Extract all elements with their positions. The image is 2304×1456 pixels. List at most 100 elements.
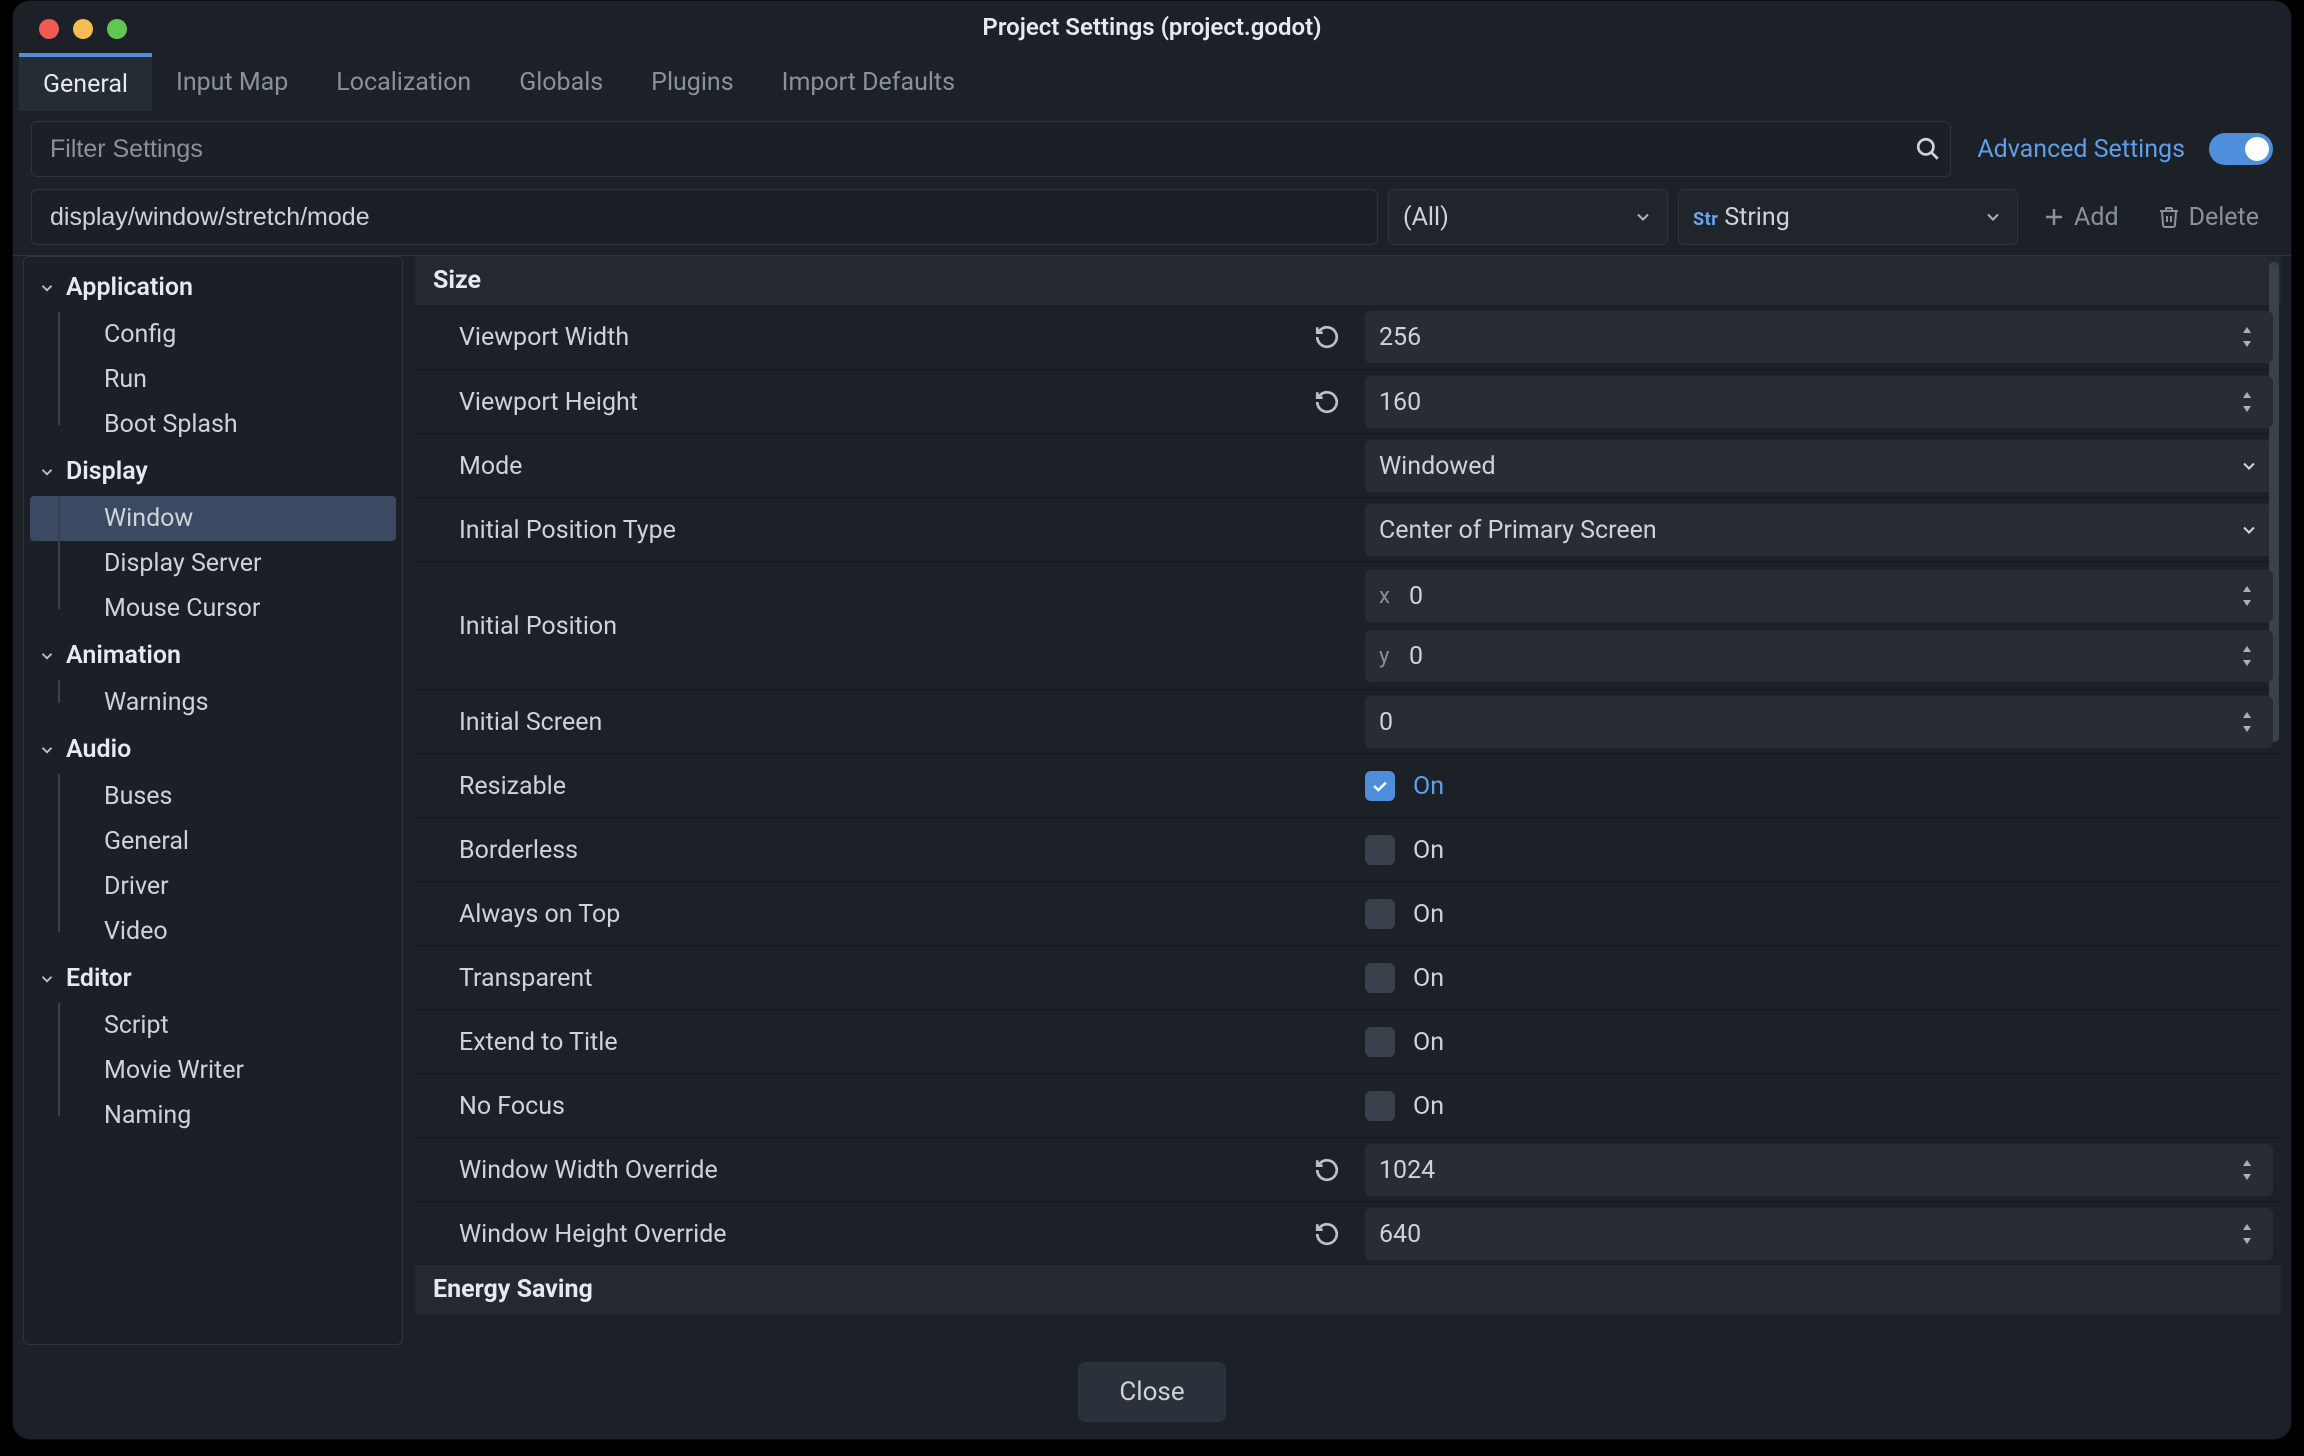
spin-value: 0 [1409,582,1423,611]
extend_to_title-checkbox[interactable] [1365,1027,1395,1057]
prop-viewport_width: Viewport Width 256 [415,305,2281,369]
advanced-settings-label: Advanced Settings [1977,135,2185,164]
revert-icon[interactable] [1305,324,1349,350]
select-value: Windowed [1379,452,1496,481]
prop-no_focus: No FocusOn [415,1073,2281,1137]
tab-plugins[interactable]: Plugins [627,53,757,111]
prop-value: Center of Primary Screen [1365,504,2273,556]
sidebar-item-boot-splash[interactable]: Boot Splash [24,402,402,447]
sidebar-item-display-server[interactable]: Display Server [24,541,402,586]
titlebar: Project Settings (project.godot) [13,1,2291,53]
chevron-down-icon [36,647,58,665]
feature-profile-dropdown[interactable]: (All) [1388,189,1668,245]
close-window-icon[interactable] [39,19,59,39]
spin-value: 1024 [1379,1156,1435,1185]
viewport_width-spinbox[interactable]: 256 [1365,311,2273,363]
check-label: On [1413,964,1444,993]
prop-borderless: BorderlessOn [415,817,2281,881]
win_h_override-spinbox[interactable]: 640 [1365,1208,2273,1260]
sidebar-item-movie-writer[interactable]: Movie Writer [24,1048,402,1093]
chevron-down-icon [36,970,58,988]
sidebar-item-video[interactable]: Video [24,909,402,954]
sidebar-item-label: Driver [104,872,169,901]
select-value: Center of Primary Screen [1379,516,1657,545]
revert-icon[interactable] [1305,1157,1349,1183]
category-display[interactable]: Display [24,447,402,496]
revert-icon[interactable] [1305,1221,1349,1247]
prop-extend_to_title: Extend to TitleOn [415,1009,2281,1073]
mode-select[interactable]: Windowed [1365,440,2273,492]
sidebar-item-general[interactable]: General [24,819,402,864]
chevron-down-icon [36,463,58,481]
win_w_override-spinbox[interactable]: 1024 [1365,1144,2273,1196]
search-icon[interactable] [1906,127,1950,171]
sidebar-item-label: Run [104,365,147,394]
chevron-down-icon [36,741,58,759]
tab-import-defaults[interactable]: Import Defaults [758,53,979,111]
initial_pos-y-spinbox[interactable]: y0 [1365,630,2273,682]
no_focus-checkbox[interactable] [1365,1091,1395,1121]
property-path-input[interactable] [31,189,1378,245]
tab-general[interactable]: General [19,53,152,111]
revert-icon[interactable] [1305,389,1349,415]
delete-button[interactable]: Delete [2143,189,2273,245]
tab-localization[interactable]: Localization [312,53,495,111]
prop-transparent: Transparent On [415,945,2281,1009]
resizable-checkbox[interactable] [1365,771,1395,801]
chevron-down-icon [2239,456,2259,476]
properties-panel[interactable]: Size Viewport Width256Viewport Height160… [415,256,2281,1345]
category-application[interactable]: Application [24,263,402,312]
category-audio[interactable]: Audio [24,725,402,774]
always_on_top-checkbox[interactable] [1365,899,1395,929]
sidebar-item-naming[interactable]: Naming [24,1093,402,1138]
category-label: Audio [66,735,131,764]
type-dropdown[interactable]: StrString [1678,189,2018,245]
sidebar-item-config[interactable]: Config [24,312,402,357]
sidebar-item-script[interactable]: Script [24,1003,402,1048]
sidebar-item-window[interactable]: Window [30,496,396,541]
category-editor[interactable]: Editor [24,954,402,1003]
category-label: Animation [66,641,181,670]
filter-field[interactable] [31,121,1951,177]
type-value: String [1724,203,1789,232]
sidebar-item-run[interactable]: Run [24,357,402,402]
minimize-window-icon[interactable] [73,19,93,39]
tab-input-map[interactable]: Input Map [152,53,312,111]
spin-arrows-icon[interactable] [2239,576,2263,616]
spin-arrows-icon[interactable] [2239,382,2263,422]
filter-input[interactable] [32,135,1906,164]
sidebar-item-label: General [104,827,189,856]
borderless-checkbox[interactable] [1365,835,1395,865]
initial_pos_type-select[interactable]: Center of Primary Screen [1365,504,2273,556]
category-sidebar[interactable]: Application Config Run Boot SplashDisplayWi… [23,256,403,1345]
prop-win_h_override: Window Height Override640 [415,1201,2281,1265]
close-button[interactable]: Close [1078,1362,1225,1422]
spin-arrows-icon[interactable] [2239,317,2263,357]
prop-label: Viewport Width [459,323,1299,352]
maximize-window-icon[interactable] [107,19,127,39]
category-animation[interactable]: Animation [24,631,402,680]
spin-arrows-icon[interactable] [2239,1214,2263,1254]
sidebar-item-driver[interactable]: Driver [24,864,402,909]
prop-initial_screen: Initial Screen0 [415,689,2281,753]
sidebar-item-buses[interactable]: Buses [24,774,402,819]
add-button[interactable]: Add [2028,189,2133,245]
initial_screen-spinbox[interactable]: 0 [1365,696,2273,748]
check-label: On [1413,836,1444,865]
spin-arrows-icon[interactable] [2239,1150,2263,1190]
transparent-checkbox[interactable] [1365,963,1395,993]
project-settings-window: Project Settings (project.godot) General… [12,0,2292,1440]
sidebar-item-mouse-cursor[interactable]: Mouse Cursor [24,586,402,631]
advanced-settings-toggle[interactable] [2209,133,2273,165]
window-title: Project Settings (project.godot) [13,13,2291,41]
sidebar-item-warnings[interactable]: Warnings [24,680,402,725]
spin-arrows-icon[interactable] [2239,702,2263,742]
prop-initial_pos_type: Initial Position TypeCenter of Primary S… [415,497,2281,561]
sidebar-item-label: Config [104,320,176,349]
initial_pos-x-spinbox[interactable]: x0 [1365,570,2273,622]
spin-arrows-icon[interactable] [2239,636,2263,676]
viewport_height-spinbox[interactable]: 160 [1365,376,2273,428]
tab-globals[interactable]: Globals [495,53,627,111]
prop-label: Window Width Override [459,1156,1299,1185]
prop-label: Transparent [459,964,1299,993]
